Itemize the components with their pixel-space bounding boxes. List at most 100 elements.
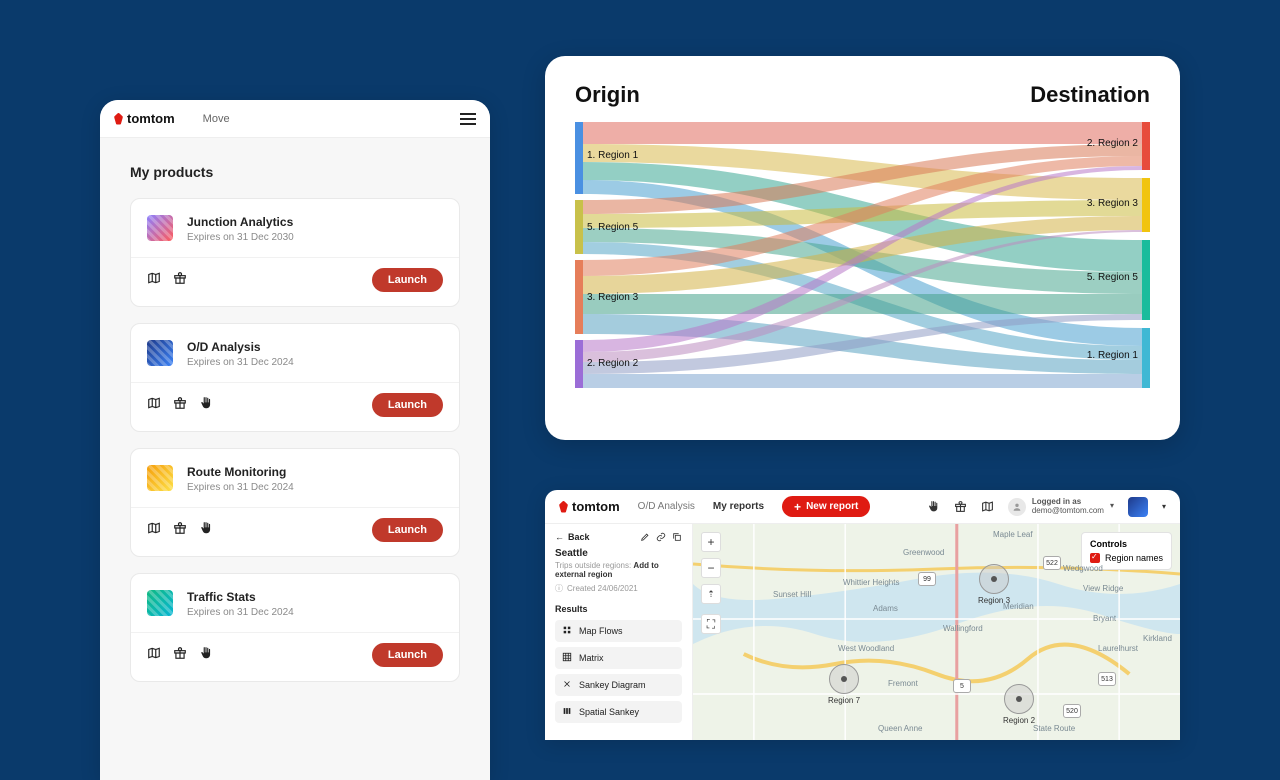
- info-icon: ⓘ: [555, 583, 563, 594]
- mobile-panel: tomtom Move My products Junction Analyti…: [100, 100, 490, 780]
- map-label: Queen Anne: [878, 724, 922, 733]
- launch-button[interactable]: Launch: [372, 268, 443, 292]
- new-report-button[interactable]: + New report: [782, 496, 870, 517]
- product-title: Junction Analytics: [187, 215, 294, 229]
- gift-icon[interactable]: [173, 646, 187, 665]
- project-title: Seattle: [555, 548, 682, 559]
- region-names-toggle[interactable]: Region names: [1090, 553, 1163, 563]
- chevron-down-icon: ▾: [1162, 502, 1166, 511]
- destination-heading: Destination: [1030, 82, 1150, 108]
- dest-label: 2. Region 2: [1087, 138, 1138, 149]
- map-label: Greenwood: [903, 548, 944, 557]
- product-card: Junction Analytics Expires on 31 Dec 2030…: [130, 198, 460, 307]
- zoom-in-button[interactable]: +: [701, 532, 721, 552]
- result-icon: [562, 652, 572, 664]
- map-label: Whittier Heights: [843, 578, 899, 587]
- dest-label: 5. Region 5: [1087, 272, 1138, 283]
- product-icon: [147, 340, 173, 366]
- product-expiry: Expires on 31 Dec 2030: [187, 232, 294, 243]
- brand-text: tomtom: [127, 111, 175, 126]
- result-item[interactable]: Sankey Diagram: [555, 674, 682, 696]
- map-icon[interactable]: [147, 646, 161, 665]
- map-icon[interactable]: [147, 521, 161, 540]
- tab-my-reports[interactable]: My reports: [713, 501, 764, 512]
- pin-icon: [114, 113, 123, 125]
- origin-label: 1. Region 1: [587, 150, 638, 161]
- zoom-out-button[interactable]: −: [701, 558, 721, 578]
- result-item[interactable]: Map Flows: [555, 620, 682, 642]
- route-shield: 513: [1098, 672, 1116, 686]
- brand-logo[interactable]: tomtom: [559, 499, 620, 514]
- map-label: Laurelhurst: [1098, 644, 1138, 653]
- map-icon[interactable]: [981, 500, 994, 513]
- edit-icon[interactable]: [640, 532, 650, 542]
- result-icon: [562, 706, 572, 718]
- product-expiry: Expires on 31 Dec 2024: [187, 607, 294, 618]
- region-marker[interactable]: Region 7: [828, 664, 860, 705]
- north-button[interactable]: ⇡: [701, 584, 721, 604]
- origin-heading: Origin: [575, 82, 640, 108]
- region-marker[interactable]: Region 2: [1003, 684, 1035, 725]
- dest-label: 3. Region 3: [1087, 198, 1138, 209]
- route-shield: 522: [1043, 556, 1061, 570]
- launch-button[interactable]: Launch: [372, 643, 443, 667]
- nav-move[interactable]: Move: [203, 113, 230, 125]
- gift-icon[interactable]: [173, 271, 187, 290]
- pin-icon: [559, 501, 568, 513]
- sankey-panel: Origin Destination: [545, 56, 1180, 440]
- gift-icon[interactable]: [954, 500, 967, 513]
- map-canvas[interactable]: + − ⇡ ⛶ Controls Region names Maple Leaf…: [693, 524, 1180, 740]
- origin-label: 3. Region 3: [587, 292, 638, 303]
- map-label: State Route: [1033, 724, 1075, 733]
- app-switcher[interactable]: [1128, 497, 1148, 517]
- hand-icon[interactable]: [199, 521, 213, 540]
- result-icon: [562, 625, 572, 637]
- hand-icon[interactable]: [199, 396, 213, 415]
- gift-icon[interactable]: [173, 521, 187, 540]
- hand-icon[interactable]: [199, 646, 213, 665]
- product-icon: [147, 215, 173, 241]
- map-label: View Ridge: [1083, 584, 1123, 593]
- map-label: Fremont: [888, 679, 918, 688]
- route-shield: 520: [1063, 704, 1081, 718]
- product-card: Traffic Stats Expires on 31 Dec 2024 Launc…: [130, 573, 460, 682]
- product-expiry: Expires on 31 Dec 2024: [187, 357, 294, 368]
- link-icon[interactable]: [656, 532, 666, 542]
- launch-button[interactable]: Launch: [372, 518, 443, 542]
- hand-icon[interactable]: [927, 500, 940, 513]
- zoom-controls: + − ⇡ ⛶: [701, 532, 721, 634]
- route-shield: 5: [953, 679, 971, 693]
- gift-icon[interactable]: [173, 396, 187, 415]
- user-menu[interactable]: Logged in as demo@tomtom.com ▾: [1008, 498, 1114, 516]
- map-label: Sunset Hill: [773, 590, 811, 599]
- product-title: Traffic Stats: [187, 590, 294, 604]
- origin-label: 2. Region 2: [587, 358, 638, 369]
- mobile-body: My products Junction Analytics Expires on…: [100, 138, 490, 724]
- map-label: Kirkland: [1143, 634, 1172, 643]
- launch-button[interactable]: Launch: [372, 393, 443, 417]
- map-label: Bryant: [1093, 614, 1116, 623]
- brand-logo[interactable]: tomtom: [114, 111, 175, 126]
- map-label: Maple Leaf: [993, 530, 1033, 539]
- product-expiry: Expires on 31 Dec 2024: [187, 482, 294, 493]
- map-label: Wedgwood: [1063, 564, 1103, 573]
- result-icon: [562, 679, 572, 691]
- avatar-icon: [1008, 498, 1026, 516]
- map-icon[interactable]: [147, 271, 161, 290]
- result-item[interactable]: Matrix: [555, 647, 682, 669]
- results-heading: Results: [555, 604, 682, 614]
- section-title: My products: [130, 164, 460, 180]
- desktop-panel: tomtom O/D Analysis My reports + New rep…: [545, 490, 1180, 740]
- mobile-header: tomtom Move: [100, 100, 490, 138]
- map-label: Wallingford: [943, 624, 983, 633]
- back-button[interactable]: ← Back: [555, 532, 590, 542]
- menu-icon[interactable]: [460, 113, 476, 125]
- copy-icon[interactable]: [672, 532, 682, 542]
- map-label: Adams: [873, 604, 898, 613]
- fullscreen-button[interactable]: ⛶: [701, 614, 721, 634]
- product-card: Route MonitoringExpires on 31 Dec 2024La…: [130, 448, 460, 557]
- map-icon[interactable]: [147, 396, 161, 415]
- region-marker[interactable]: Region 3: [978, 564, 1010, 605]
- brand-text: tomtom: [572, 499, 620, 514]
- dest-label: 1. Region 1: [1087, 350, 1138, 361]
